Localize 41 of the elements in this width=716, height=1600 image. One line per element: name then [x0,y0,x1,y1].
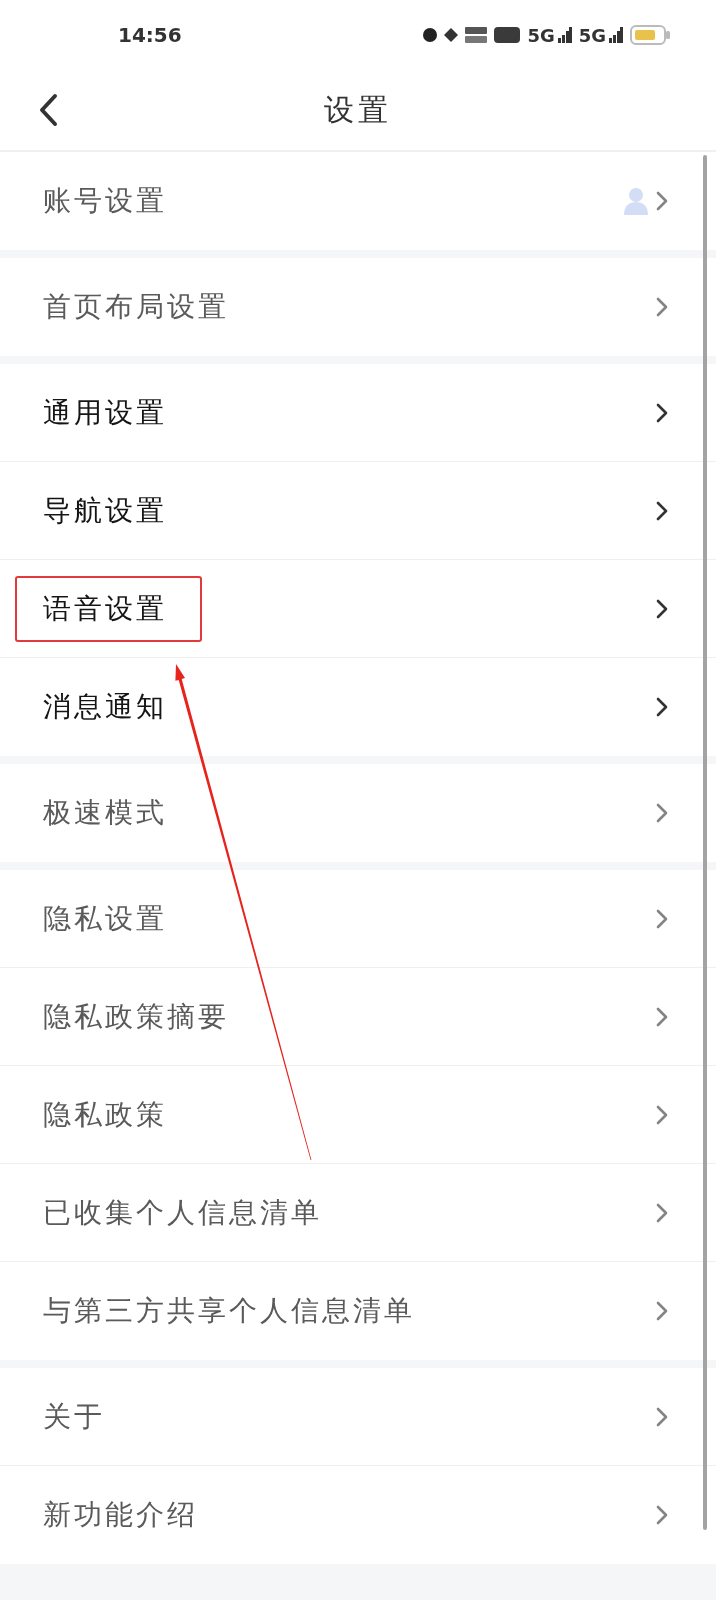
settings-item[interactable]: 关于 [0,1368,716,1466]
chevron-right-icon [656,402,668,423]
settings-item[interactable]: 首页布局设置 [0,258,716,356]
settings-item[interactable]: 隐私设置 [0,870,716,968]
settings-item[interactable]: 隐私政策 [0,1066,716,1164]
user-icon [624,187,648,215]
chevron-right-icon [656,191,668,211]
settings-item[interactable]: 与第三方共享个人信息清单 [0,1262,716,1360]
chevron-right-icon [656,598,668,619]
page-title: 设置 [324,90,392,129]
chevron-right-icon [656,1301,668,1321]
chevron-right-icon [656,500,668,521]
settings-item[interactable]: 极速模式 [0,764,716,862]
stacked-bars-icon [465,26,488,44]
chevron-right-icon [656,1406,668,1427]
settings-item[interactable]: 通用设置 [0,364,716,462]
chevron-right-icon [656,1006,668,1027]
signal-icon [609,27,623,43]
chevron-right-icon [656,697,668,717]
signal-icon [557,27,572,43]
chevron-right-icon [656,297,668,317]
chevron-right-icon [656,908,668,929]
settings-item[interactable]: 新功能介绍 [0,1466,716,1564]
chevron-right-icon [656,803,668,823]
settings-item[interactable]: 账号设置 [0,152,716,250]
diamond-icon [444,28,459,42]
network-label: 5G [527,24,555,46]
status-time: 14:56 [118,23,182,47]
settings-item[interactable]: 隐私政策摘要 [0,968,716,1066]
battery-icon [630,25,670,45]
chevron-right-icon [656,1505,668,1525]
chevron-right-icon [656,1202,668,1223]
dot-icon [423,28,438,42]
settings-item[interactable]: 导航设置 [0,462,716,560]
settings-item[interactable]: 消息通知 [0,658,716,756]
chevron-left-icon [38,93,58,127]
network-label: 5G [578,24,606,46]
chevron-right-icon [656,1104,668,1125]
settings-item[interactable]: 语音设置 [0,560,716,658]
settings-item[interactable]: 已收集个人信息清单 [0,1164,716,1262]
tile-icon [494,27,521,43]
